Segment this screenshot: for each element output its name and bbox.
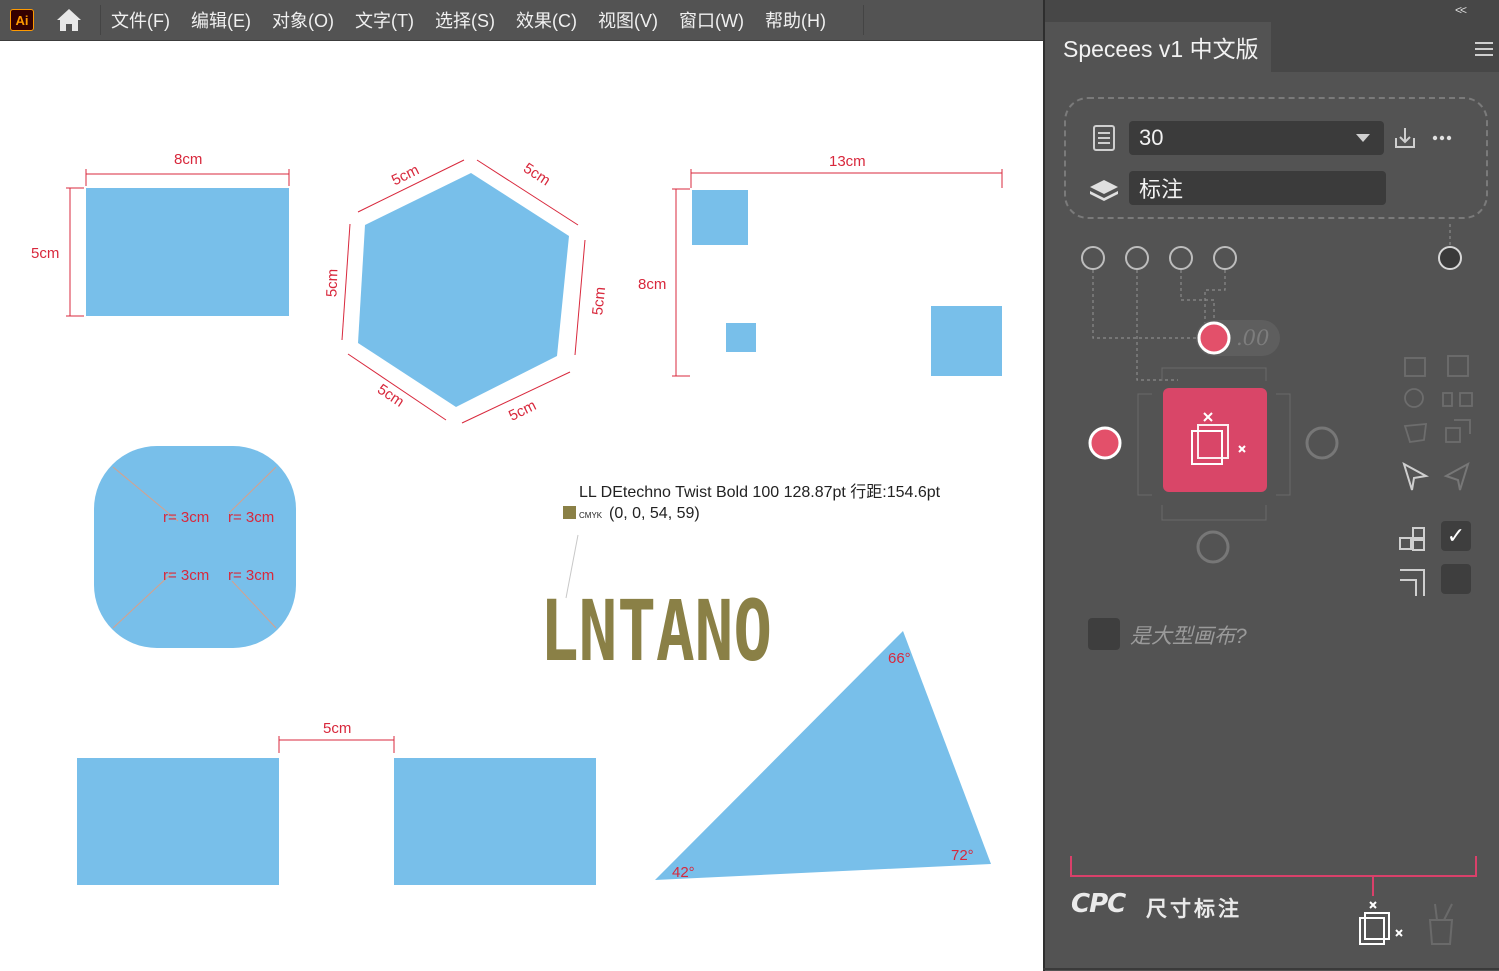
cpc-logo: CPC xyxy=(1071,889,1126,919)
dimension-select-small-icon[interactable] xyxy=(1359,901,1403,945)
option-checkbox[interactable] xyxy=(1441,564,1471,594)
hex-side-label-1: 5cm xyxy=(389,162,422,190)
angle-label-right: 72° xyxy=(951,847,974,864)
anchor-radio-1[interactable] xyxy=(1081,246,1105,270)
rect-height-label: 5cm xyxy=(31,245,59,262)
home-icon[interactable] xyxy=(54,5,84,35)
hex-side-label-6: 5cm xyxy=(323,269,341,298)
large-canvas-checkbox[interactable] xyxy=(1088,618,1120,650)
align-icon-6[interactable] xyxy=(1445,419,1471,443)
side-radio-bottom[interactable] xyxy=(1196,530,1230,564)
menu-edit[interactable]: 编辑(E) xyxy=(191,7,251,33)
radius-label-bl: r= 3cm xyxy=(163,567,209,584)
arrow-tool-icon-2[interactable] xyxy=(1443,461,1470,491)
cmyk-swatch xyxy=(563,506,576,519)
square-shape-3[interactable] xyxy=(931,306,1002,376)
cmyk-tag: CMYK xyxy=(579,511,603,520)
decimal-toggle[interactable] xyxy=(1197,321,1231,355)
corner-icon[interactable] xyxy=(1400,569,1425,596)
font-info-line: LL DEtechno Twist Bold 100 128.87pt 行距:1… xyxy=(579,483,941,501)
bottom-bracket xyxy=(1070,856,1477,896)
menu-select[interactable]: 选择(S) xyxy=(435,7,495,33)
spread-width-label: 13cm xyxy=(829,153,866,170)
gap-rect-right[interactable] xyxy=(394,758,596,885)
side-radio-left[interactable] xyxy=(1088,426,1122,460)
document-icon[interactable] xyxy=(1093,125,1115,151)
hexagon-shape[interactable] xyxy=(358,173,569,407)
menu-view[interactable]: 视图(V) xyxy=(598,7,658,33)
menu-type[interactable]: 文字(T) xyxy=(355,7,414,33)
layout-icon[interactable] xyxy=(1399,527,1425,551)
panel-graphics xyxy=(1043,125,1499,970)
hex-side-label-5: 5cm xyxy=(374,381,407,411)
rectangle-shape[interactable] xyxy=(86,188,289,316)
connector-lines xyxy=(1092,224,1451,381)
menu-object[interactable]: 对象(O) xyxy=(272,7,334,33)
rect-width-label: 8cm xyxy=(174,151,202,168)
more-icon[interactable] xyxy=(1432,135,1452,141)
hex-side-label-2: 5cm xyxy=(520,160,553,190)
anchor-radio-4[interactable] xyxy=(1213,246,1237,270)
radius-label-tl: r= 3cm xyxy=(163,509,209,526)
menu-bar: Ai 文件(F) 编辑(E) 对象(O) 文字(T) 选择(S) 效果(C) 视… xyxy=(0,0,1043,41)
angle-label-top: 66° xyxy=(888,650,911,667)
side-radio-right[interactable] xyxy=(1305,426,1339,460)
cmyk-value: (0, 0, 54, 59) xyxy=(609,505,700,522)
large-canvas-label: 是大型画布? xyxy=(1130,625,1247,648)
anchor-radio-2[interactable] xyxy=(1125,246,1149,270)
angle-label-left: 42° xyxy=(672,864,695,881)
artboard[interactable]: 8cm 5cm 5cm 5cm 5cm 5cm 5cm 5cm 13cm 8cm… xyxy=(0,41,1043,971)
anchor-radio-right[interactable] xyxy=(1438,246,1462,270)
download-icon[interactable] xyxy=(1395,128,1415,148)
gap-label: 5cm xyxy=(323,720,351,737)
menu-separator-end xyxy=(862,5,864,35)
align-icon-3[interactable] xyxy=(1404,388,1424,408)
hex-side-label-4: 5cm xyxy=(506,397,539,425)
illustrator-logo: Ai xyxy=(10,9,34,31)
menu-separator xyxy=(100,5,101,35)
decimal-label: .00 xyxy=(1236,326,1270,350)
align-icon-2[interactable] xyxy=(1447,355,1469,377)
menu-effect[interactable]: 效果(C) xyxy=(516,7,577,33)
brand-text: 尺寸标注 xyxy=(1146,898,1242,921)
faded-tool-icons xyxy=(1403,355,1473,443)
menu-file[interactable]: 文件(F) xyxy=(111,7,170,33)
anchor-radio-3[interactable] xyxy=(1169,246,1193,270)
square-shape-1[interactable] xyxy=(692,190,748,245)
hex-side-label-3: 5cm xyxy=(589,286,609,316)
gap-rect-left[interactable] xyxy=(77,758,279,885)
gap-dimension xyxy=(278,736,395,753)
align-icon-5[interactable] xyxy=(1403,422,1428,443)
sample-text[interactable]: LNTANO xyxy=(540,582,772,680)
align-icon-4[interactable] xyxy=(1442,392,1473,407)
pencil-cup-icon[interactable] xyxy=(1428,903,1454,945)
menu-help[interactable]: 帮助(H) xyxy=(765,7,826,33)
menu-window[interactable]: 窗口(W) xyxy=(679,7,744,33)
dimension-main-button[interactable] xyxy=(1163,388,1267,492)
apply-checkbox[interactable]: ✓ xyxy=(1441,521,1471,551)
arrow-tool-icon[interactable] xyxy=(1402,461,1430,491)
layers-icon[interactable] xyxy=(1090,180,1118,201)
spread-height-label: 8cm xyxy=(638,276,666,293)
align-icon-1[interactable] xyxy=(1404,357,1426,377)
radius-label-tr: r= 3cm xyxy=(228,509,274,526)
square-shape-2[interactable] xyxy=(726,323,756,352)
radius-label-br: r= 3cm xyxy=(228,567,274,584)
